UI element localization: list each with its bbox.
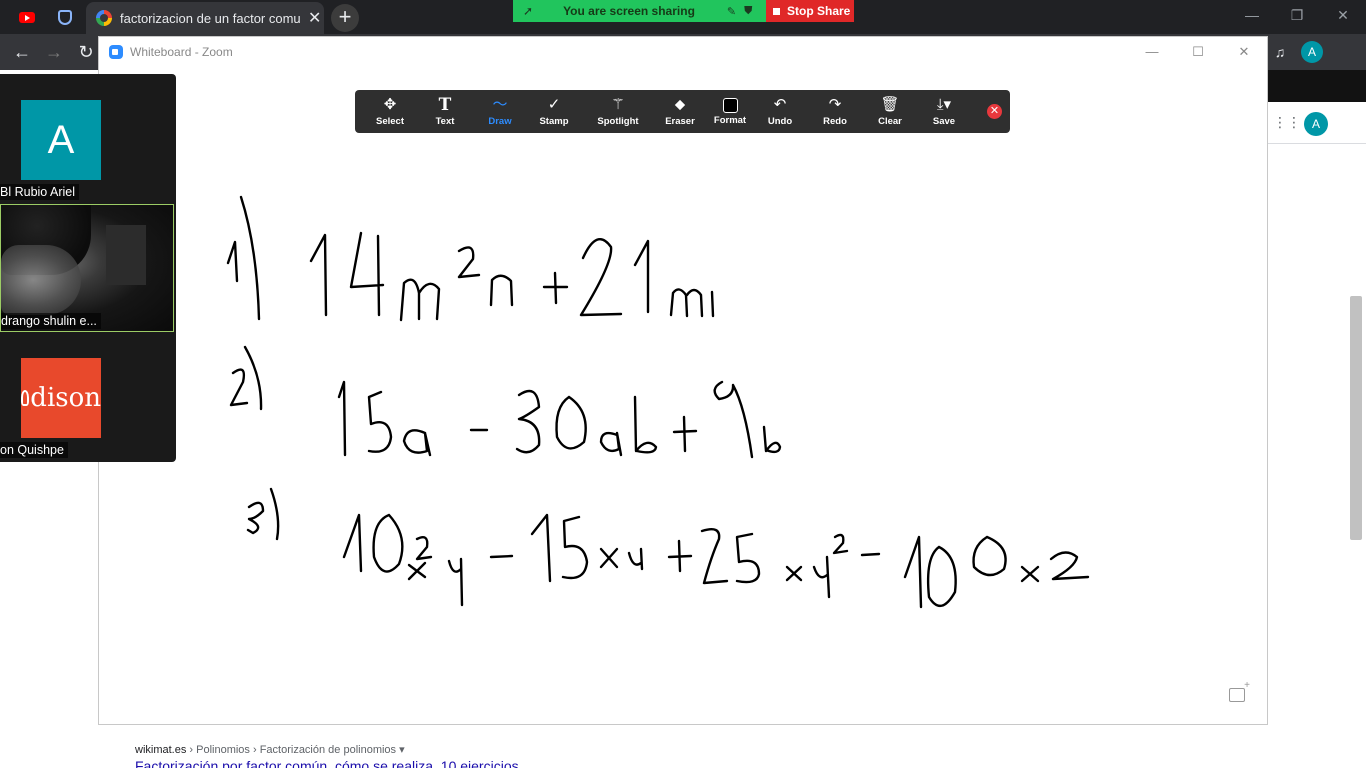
page-header-dark [1267,70,1366,102]
tool-format-label: Format [713,115,747,126]
result-site: wikimat.es [135,744,187,756]
draw-icon: 〜 [492,96,508,113]
google-account-avatar[interactable]: A [1304,112,1328,136]
exercise-2-handwriting [229,345,782,459]
participant-name: on Quishpe [0,442,68,458]
shield-icon [58,9,72,25]
new-tab-button[interactable]: + [331,4,359,32]
eraser-icon: ⬥ [674,96,686,113]
share-status-text: You are screen sharing [563,4,695,18]
page-scrollbar[interactable] [1350,296,1362,540]
tool-spotlight[interactable]: ⚚ Spotlight [589,90,647,133]
pinned-tab-youtube[interactable] [8,0,46,34]
security-shield-icon[interactable]: ⛊ [744,5,752,18]
pinned-tab-extension[interactable] [46,0,84,34]
tool-spotlight-label: Spotlight [597,116,639,127]
tool-eraser-label: Eraser [665,116,695,127]
exercise-1-handwriting [226,195,715,322]
search-header: ⋮⋮⋮ A [1267,102,1366,144]
tool-clear-label: Clear [878,116,902,127]
participant-logo: dison [21,358,101,438]
tool-save-label: Save [932,116,956,127]
tool-clear[interactable]: 🗑 Clear [861,90,919,133]
spotlight-icon: ⚚ [611,96,625,113]
participant-name: drango shulin e... [1,313,101,329]
tool-stamp-label: Stamp [539,116,569,127]
tool-text-label: Text [435,116,455,127]
whiteboard-toolbar: ✥ Select T Text 〜 Draw ✓ Stamp ⚚ Spotlig… [355,90,1010,133]
exercise-3-handwriting [246,487,1090,609]
screen-share-banner[interactable]: ➚ You are screen sharing ✎ ⛊ [513,0,766,22]
participant-panel: A Bl Rubio Ariel drango shulin e... diso… [0,74,176,462]
video-background [106,225,146,285]
text-icon: T [438,95,452,115]
participant-tile[interactable]: A Bl Rubio Ariel [0,74,176,202]
youtube-icon [19,11,35,23]
participant-tile[interactable]: dison on Quishpe [0,332,176,460]
tab-active[interactable]: factorizacion de un factor comun ✕ [86,2,324,34]
whiteboard-window: Whiteboard - Zoom — ☐ ✕ ✥ Select T Text … [98,36,1268,725]
tool-select[interactable]: ✥ Select [361,90,419,133]
stop-share-label: Stop Share [787,4,851,18]
redo-icon: ↷ [828,96,842,113]
move-icon: ✥ [383,96,397,113]
format-icon [722,98,738,113]
stamp-icon: ✓ [547,96,561,113]
participant-avatar: A [21,100,101,180]
stop-icon [773,7,780,15]
back-arrow-icon[interactable]: ← [8,38,36,66]
mic-muted-icon[interactable]: ✎ [727,5,736,18]
result-title-link[interactable]: Factorización por factor común, cómo se … [135,758,519,768]
trash-icon: 🗑 [880,96,900,113]
tool-draw-label: Draw [488,116,512,127]
drag-handle-icon[interactable]: ➚ [523,4,533,18]
tool-undo-label: Undo [767,116,793,127]
undo-icon: ↶ [773,96,787,113]
tool-select-label: Select [376,116,404,127]
tool-text[interactable]: T Text [416,90,474,133]
participant-name: Bl Rubio Ariel [0,184,80,200]
participant-video-tile[interactable]: drango shulin e... [0,204,174,332]
profile-avatar[interactable]: A [1301,41,1323,63]
tool-stamp[interactable]: ✓ Stamp [525,90,583,133]
google-icon [96,10,112,26]
video-face [1,245,81,315]
tab-title: factorizacion de un factor comun [120,10,300,26]
reload-icon[interactable]: ↻ [72,38,100,66]
media-control-icon[interactable]: ♫ [1266,38,1294,66]
save-icon: ⤓▾ [936,96,952,113]
tool-redo[interactable]: ↷ Redo [806,90,864,133]
tab-close-button[interactable]: ✕ [308,8,321,28]
minimize-icon[interactable]: — [1229,4,1275,26]
tool-undo[interactable]: ↶ Undo [751,90,809,133]
close-toolbar-icon[interactable]: ✕ [987,104,1002,119]
result-breadcrumb: wikimat.es › Polinomios › Factorización … [135,743,735,756]
tool-draw[interactable]: 〜 Draw [471,90,529,133]
search-result[interactable]: wikimat.es › Polinomios › Factorización … [135,743,735,768]
whiteboard-canvas[interactable] [99,37,1267,724]
forward-arrow-icon[interactable]: → [40,38,68,66]
stop-share-button[interactable]: Stop Share [766,0,854,22]
result-path: › Polinomios › Factorización de polinomi… [186,744,405,756]
logo-text: dison [30,383,101,413]
tool-save[interactable]: ⤓▾ Save [915,90,973,133]
tool-redo-label: Redo [823,116,847,127]
restore-icon[interactable]: ❐ [1274,4,1320,26]
new-whiteboard-icon[interactable] [1229,680,1250,702]
lightbulb-icon [21,390,30,406]
window-close-icon[interactable]: ✕ [1320,4,1366,26]
